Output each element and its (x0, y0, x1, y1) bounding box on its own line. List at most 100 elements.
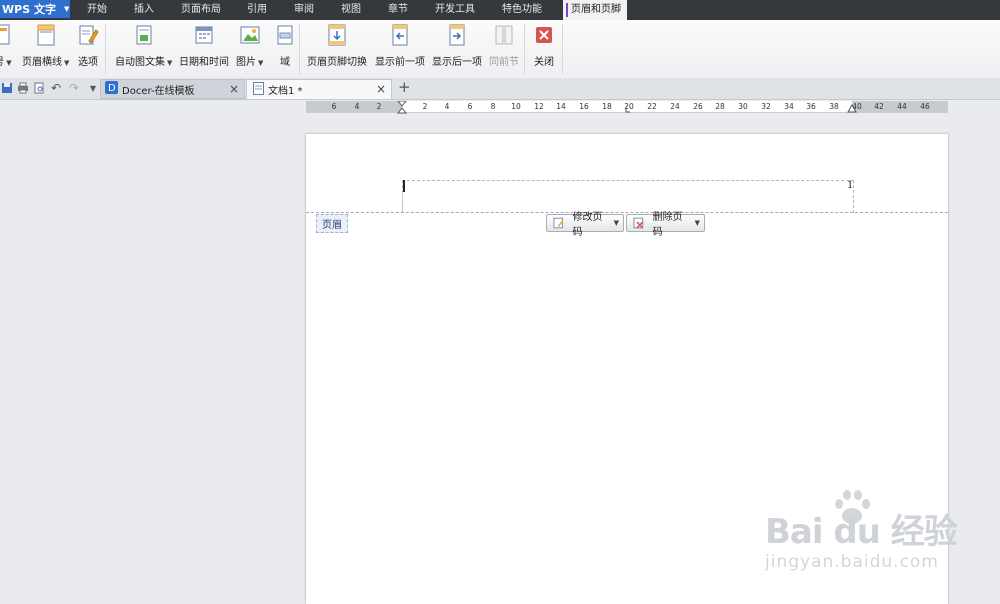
undo-icon[interactable]: ↶ (49, 81, 63, 95)
show-previous-label: 显示前一项 (375, 57, 425, 68)
menu-tab-header-footer[interactable]: 页眉和页脚 (563, 0, 627, 20)
autotext-label: 自动图文集 (115, 57, 165, 68)
close-header-footer-button[interactable]: 关闭 (533, 24, 555, 68)
chevron-down-icon: ▼ (613, 219, 619, 227)
menu-tab-references[interactable]: 引用 (247, 0, 267, 20)
header-label-tag: 页眉 (316, 214, 348, 233)
right-indent-icon[interactable] (847, 104, 857, 113)
picture-button[interactable]: 图片 ▼ (236, 24, 263, 68)
tab-stop-icon[interactable] (622, 107, 630, 113)
svg-text:D: D (108, 83, 116, 94)
delete-page-number-button[interactable]: 删除页码 ▼ (626, 212, 705, 238)
field-label: 域 (280, 57, 290, 68)
menu-tab-features[interactable]: 特色功能 (502, 0, 542, 20)
menu-tab-section[interactable]: 章节 (388, 0, 408, 20)
docer-logo-icon: D (105, 81, 118, 97)
ruler-tick: 8 (490, 102, 496, 111)
indent-marker-icon[interactable] (397, 101, 407, 117)
new-tab-icon[interactable]: + (398, 78, 411, 96)
header-page-number: 1 (847, 180, 854, 191)
menu-bar: WPS 文字 ▼ 开始 插入 页面布局 引用 审阅 视图 章节 开发工具 特色功… (0, 0, 1000, 20)
edit-icon (553, 217, 564, 229)
close-icon[interactable]: × (376, 82, 386, 96)
header-boundary-line (306, 212, 948, 213)
delete-page-number-label: 删除页码 (652, 212, 683, 238)
ruler-tick: 4 (354, 102, 360, 111)
picture-label: 图片 (236, 57, 256, 68)
chevron-down-icon: ▼ (64, 59, 70, 67)
close-icon (533, 24, 555, 46)
ruler-tick: 34 (784, 102, 794, 111)
margin-corner-mark (402, 194, 403, 212)
show-previous-icon (389, 24, 411, 46)
menu-tab-page-layout[interactable]: 页面布局 (181, 0, 221, 20)
menu-tab-review[interactable]: 审阅 (294, 0, 314, 20)
ruler-tick: 46 (920, 102, 930, 111)
ruler-tick: 10 (511, 102, 521, 111)
customize-toolbar-icon[interactable]: ▼ (86, 81, 100, 95)
ruler-tick: 16 (579, 102, 589, 111)
document-tab-bar: ↶ ↷ ▼ D Docer-在线模板 × 文档1 * × + (0, 78, 1000, 100)
modify-page-number-button[interactable]: 修改页码 ▼ (546, 212, 624, 238)
show-next-icon (446, 24, 468, 46)
text-cursor (403, 180, 405, 192)
options-icon (77, 24, 99, 46)
modify-page-number-label: 修改页码 (572, 212, 603, 238)
picture-icon (239, 24, 261, 46)
menu-tab-insert[interactable]: 插入 (134, 0, 154, 20)
app-menu-button[interactable]: WPS 文字 ▼ (0, 0, 70, 18)
ruler-tick: 12 (534, 102, 544, 111)
tab-document1[interactable]: 文档1 * × (246, 79, 392, 99)
ruler-tick: 26 (693, 102, 703, 111)
header-line-label: 页眉横线 (22, 57, 62, 68)
print-icon[interactable] (16, 81, 30, 95)
ribbon-toolbar: 号▼ 页眉横线▼ 选项 ◲ 自动图文集▼ 日期和时间 图片▼ (0, 20, 1000, 96)
header-edit-area[interactable] (402, 180, 854, 213)
close-label: 关闭 (534, 57, 554, 68)
switch-label: 页眉页脚切换 (307, 57, 367, 68)
tab-document1-label: 文档1 * (268, 86, 303, 97)
ruler-tick: 4 (444, 102, 450, 111)
ruler-tick: 2 (376, 102, 382, 111)
chevron-down-icon: ▼ (6, 59, 12, 67)
menu-tab-developer[interactable]: 开发工具 (435, 0, 475, 20)
options-label: 选项 (78, 57, 98, 68)
ruler-tick: 2 (422, 102, 428, 111)
switch-icon (326, 24, 348, 46)
watermark-logo-text: Bai du 经验 (765, 512, 958, 552)
autotext-button[interactable]: 自动图文集 ▼ (115, 24, 172, 68)
chevron-down-icon: ▼ (258, 59, 264, 67)
ruler-tick: 36 (806, 102, 816, 111)
options-button[interactable]: 选项 (77, 24, 99, 68)
menu-tab-view[interactable]: 视图 (341, 0, 361, 20)
print-preview-icon[interactable] (32, 81, 46, 95)
close-icon[interactable]: × (229, 82, 239, 96)
ruler-tick: 30 (738, 102, 748, 111)
ruler-tick: 44 (897, 102, 907, 111)
same-as-previous-button[interactable]: 同前节 (489, 24, 519, 68)
watermark-url: jingyan.baidu.com (765, 552, 939, 572)
field-button[interactable]: 域 (274, 24, 296, 68)
show-previous-button[interactable]: 显示前一项 (375, 24, 425, 68)
page-number-button[interactable]: 号▼ (0, 24, 14, 68)
datetime-button[interactable]: 日期和时间 (179, 24, 229, 68)
link-previous-icon (493, 24, 515, 46)
header-footer-switch-button[interactable]: 页眉页脚切换 (307, 24, 367, 68)
redo-icon[interactable]: ↷ (67, 81, 81, 95)
ruler-tick: 24 (670, 102, 680, 111)
app-name: WPS 文字 (2, 3, 56, 16)
show-next-button[interactable]: 显示后一项 (432, 24, 482, 68)
tab-docer-label: Docer-在线模板 (122, 85, 195, 97)
save-icon[interactable] (0, 81, 14, 95)
delete-icon (633, 217, 644, 229)
menu-tab-start[interactable]: 开始 (87, 0, 107, 20)
ribbon-separator (524, 24, 525, 74)
ribbon-separator (299, 24, 300, 74)
document-icon (253, 81, 264, 98)
ruler-tick: 38 (829, 102, 839, 111)
baidu-jingyan-watermark: Bai du 经验 jingyan.baidu.com (760, 488, 960, 578)
header-line-button[interactable]: 页眉横线 ▼ (22, 24, 69, 68)
horizontal-ruler[interactable]: 6 4 2 2 4 6 8 10 12 14 16 18 20 22 24 26… (306, 101, 948, 114)
ruler-tick: 28 (715, 102, 725, 111)
tab-docer[interactable]: D Docer-在线模板 × (100, 79, 245, 99)
